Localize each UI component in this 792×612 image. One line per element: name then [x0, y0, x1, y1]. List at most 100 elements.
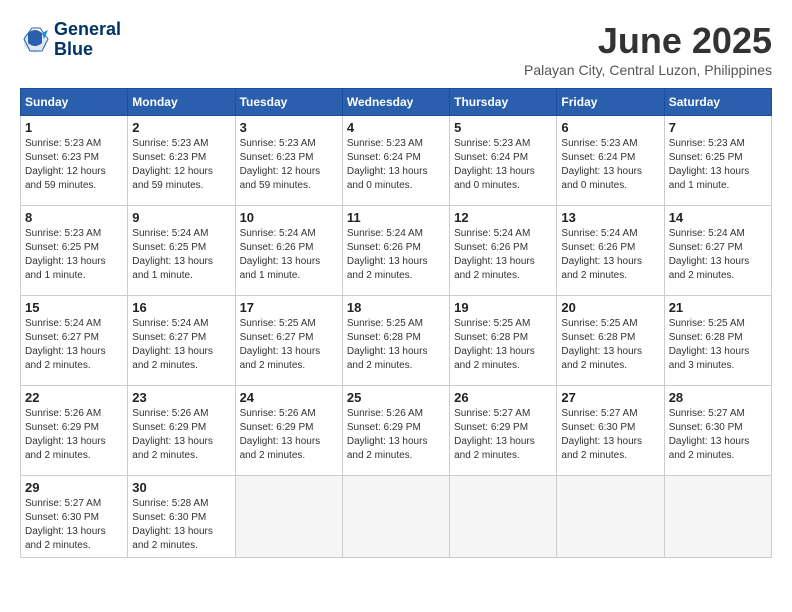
- month-title: June 2025: [524, 20, 772, 62]
- header-saturday: Saturday: [664, 89, 771, 116]
- header-tuesday: Tuesday: [235, 89, 342, 116]
- day-info: Sunrise: 5:23 AMSunset: 6:25 PMDaylight:…: [669, 137, 767, 193]
- day-info: Sunrise: 5:25 AMSunset: 6:28 PMDaylight:…: [669, 317, 767, 373]
- day-info: Sunrise: 5:23 AMSunset: 6:23 PMDaylight:…: [240, 137, 338, 193]
- calendar-cell: 19 Sunrise: 5:25 AMSunset: 6:28 PMDayligh…: [450, 296, 557, 386]
- day-number: 29: [25, 480, 123, 495]
- day-info: Sunrise: 5:25 AMSunset: 6:27 PMDaylight:…: [240, 317, 338, 373]
- header-friday: Friday: [557, 89, 664, 116]
- calendar-cell: 24Sunrise: 5:26 AMSunset: 6:29 PMDayligh…: [235, 386, 342, 476]
- day-info: Sunrise: 5:23 AMSunset: 6:25 PMDaylight:…: [25, 227, 123, 283]
- day-number: 22: [25, 390, 123, 405]
- day-number: 12: [454, 210, 552, 225]
- calendar-cell: 18 Sunrise: 5:25 AMSunset: 6:28 PMDayligh…: [342, 296, 449, 386]
- calendar-cell: [557, 476, 664, 558]
- day-info: Sunrise: 5:25 AMSunset: 6:28 PMDaylight:…: [454, 317, 552, 373]
- calendar-cell: 1 Sunrise: 5:23 AMSunset: 6:23 PMDaylight…: [21, 116, 128, 206]
- day-info: Sunrise: 5:23 AMSunset: 6:24 PMDaylight:…: [561, 137, 659, 193]
- day-number: 18: [347, 300, 445, 315]
- header-thursday: Thursday: [450, 89, 557, 116]
- page-header: General Blue June 2025 Palayan City, Cen…: [20, 20, 772, 78]
- day-number: 6: [561, 120, 659, 135]
- day-number: 7: [669, 120, 767, 135]
- calendar-cell: 16 Sunrise: 5:24 AMSunset: 6:27 PMDayligh…: [128, 296, 235, 386]
- day-info: Sunrise: 5:28 AMSunset: 6:30 PMDaylight:…: [132, 497, 230, 553]
- day-number: 19: [454, 300, 552, 315]
- calendar-cell: 17 Sunrise: 5:25 AMSunset: 6:27 PMDayligh…: [235, 296, 342, 386]
- day-info: Sunrise: 5:24 AMSunset: 6:27 PMDaylight:…: [25, 317, 123, 373]
- day-number: 14: [669, 210, 767, 225]
- calendar-cell: 21 Sunrise: 5:25 AMSunset: 6:28 PMDayligh…: [664, 296, 771, 386]
- calendar-cell: 29Sunrise: 5:27 AMSunset: 6:30 PMDayligh…: [21, 476, 128, 558]
- day-number: 20: [561, 300, 659, 315]
- calendar-cell: 8 Sunrise: 5:23 AMSunset: 6:25 PMDaylight…: [21, 206, 128, 296]
- day-info: Sunrise: 5:24 AMSunset: 6:26 PMDaylight:…: [454, 227, 552, 283]
- day-number: 27: [561, 390, 659, 405]
- calendar-cell: 3 Sunrise: 5:23 AMSunset: 6:23 PMDaylight…: [235, 116, 342, 206]
- calendar-table: Sunday Monday Tuesday Wednesday Thursday…: [20, 88, 772, 558]
- day-number: 23: [132, 390, 230, 405]
- day-info: Sunrise: 5:23 AMSunset: 6:23 PMDaylight:…: [132, 137, 230, 193]
- day-number: 3: [240, 120, 338, 135]
- day-number: 30: [132, 480, 230, 495]
- calendar-cell: 10 Sunrise: 5:24 AMSunset: 6:26 PMDayligh…: [235, 206, 342, 296]
- calendar-cell: 5 Sunrise: 5:23 AMSunset: 6:24 PMDaylight…: [450, 116, 557, 206]
- calendar-cell: 4 Sunrise: 5:23 AMSunset: 6:24 PMDaylight…: [342, 116, 449, 206]
- day-info: Sunrise: 5:24 AMSunset: 6:26 PMDaylight:…: [240, 227, 338, 283]
- day-number: 28: [669, 390, 767, 405]
- calendar-cell: 13 Sunrise: 5:24 AMSunset: 6:26 PMDayligh…: [557, 206, 664, 296]
- logo: General Blue: [20, 20, 121, 60]
- calendar-cell: [450, 476, 557, 558]
- calendar-cell: 27 Sunrise: 5:27 AMSunset: 6:30 PMDayligh…: [557, 386, 664, 476]
- title-block: June 2025 Palayan City, Central Luzon, P…: [524, 20, 772, 78]
- day-number: 13: [561, 210, 659, 225]
- header-wednesday: Wednesday: [342, 89, 449, 116]
- header-monday: Monday: [128, 89, 235, 116]
- day-number: 21: [669, 300, 767, 315]
- calendar-cell: 6 Sunrise: 5:23 AMSunset: 6:24 PMDaylight…: [557, 116, 664, 206]
- day-number: 11: [347, 210, 445, 225]
- calendar-cell: 7 Sunrise: 5:23 AMSunset: 6:25 PMDaylight…: [664, 116, 771, 206]
- calendar-cell: 20 Sunrise: 5:25 AMSunset: 6:28 PMDayligh…: [557, 296, 664, 386]
- day-info: Sunrise: 5:27 AMSunset: 6:30 PMDaylight:…: [561, 407, 659, 463]
- day-number: 24: [240, 390, 338, 405]
- day-number: 1: [25, 120, 123, 135]
- day-info: Sunrise: 5:26 AMSunset: 6:29 PMDaylight:…: [25, 407, 123, 463]
- day-info: Sunrise: 5:23 AMSunset: 6:24 PMDaylight:…: [454, 137, 552, 193]
- day-info: Sunrise: 5:27 AMSunset: 6:30 PMDaylight:…: [669, 407, 767, 463]
- day-number: 25: [347, 390, 445, 405]
- day-info: Sunrise: 5:23 AMSunset: 6:23 PMDaylight:…: [25, 137, 123, 193]
- calendar-cell: 28 Sunrise: 5:27 AMSunset: 6:30 PMDayligh…: [664, 386, 771, 476]
- calendar-cell: 26 Sunrise: 5:27 AMSunset: 6:29 PMDayligh…: [450, 386, 557, 476]
- day-number: 16: [132, 300, 230, 315]
- day-info: Sunrise: 5:24 AMSunset: 6:27 PMDaylight:…: [132, 317, 230, 373]
- day-info: Sunrise: 5:25 AMSunset: 6:28 PMDaylight:…: [561, 317, 659, 373]
- logo-text: General Blue: [54, 20, 121, 60]
- location-subtitle: Palayan City, Central Luzon, Philippines: [524, 62, 772, 78]
- calendar-cell: 30 Sunrise: 5:28 AMSunset: 6:30 PMDayligh…: [128, 476, 235, 558]
- day-info: Sunrise: 5:23 AMSunset: 6:24 PMDaylight:…: [347, 137, 445, 193]
- day-info: Sunrise: 5:25 AMSunset: 6:28 PMDaylight:…: [347, 317, 445, 373]
- day-number: 17: [240, 300, 338, 315]
- calendar-cell: 11 Sunrise: 5:24 AMSunset: 6:26 PMDayligh…: [342, 206, 449, 296]
- calendar-cell: 23Sunrise: 5:26 AMSunset: 6:29 PMDayligh…: [128, 386, 235, 476]
- day-number: 26: [454, 390, 552, 405]
- calendar-cell: 22 Sunrise: 5:26 AMSunset: 6:29 PMDayligh…: [21, 386, 128, 476]
- calendar-cell: 9Sunrise: 5:24 AMSunset: 6:25 PMDaylight…: [128, 206, 235, 296]
- calendar-cell: [342, 476, 449, 558]
- calendar-cell: [664, 476, 771, 558]
- day-number: 8: [25, 210, 123, 225]
- day-number: 5: [454, 120, 552, 135]
- day-info: Sunrise: 5:24 AMSunset: 6:27 PMDaylight:…: [669, 227, 767, 283]
- day-number: 15: [25, 300, 123, 315]
- day-info: Sunrise: 5:24 AMSunset: 6:26 PMDaylight:…: [561, 227, 659, 283]
- day-info: Sunrise: 5:24 AMSunset: 6:26 PMDaylight:…: [347, 227, 445, 283]
- header-sunday: Sunday: [21, 89, 128, 116]
- day-info: Sunrise: 5:26 AMSunset: 6:29 PMDaylight:…: [347, 407, 445, 463]
- day-number: 4: [347, 120, 445, 135]
- calendar-header-row: Sunday Monday Tuesday Wednesday Thursday…: [21, 89, 772, 116]
- calendar-cell: 2Sunrise: 5:23 AMSunset: 6:23 PMDaylight…: [128, 116, 235, 206]
- logo-icon: [20, 25, 50, 55]
- day-info: Sunrise: 5:27 AMSunset: 6:29 PMDaylight:…: [454, 407, 552, 463]
- day-number: 10: [240, 210, 338, 225]
